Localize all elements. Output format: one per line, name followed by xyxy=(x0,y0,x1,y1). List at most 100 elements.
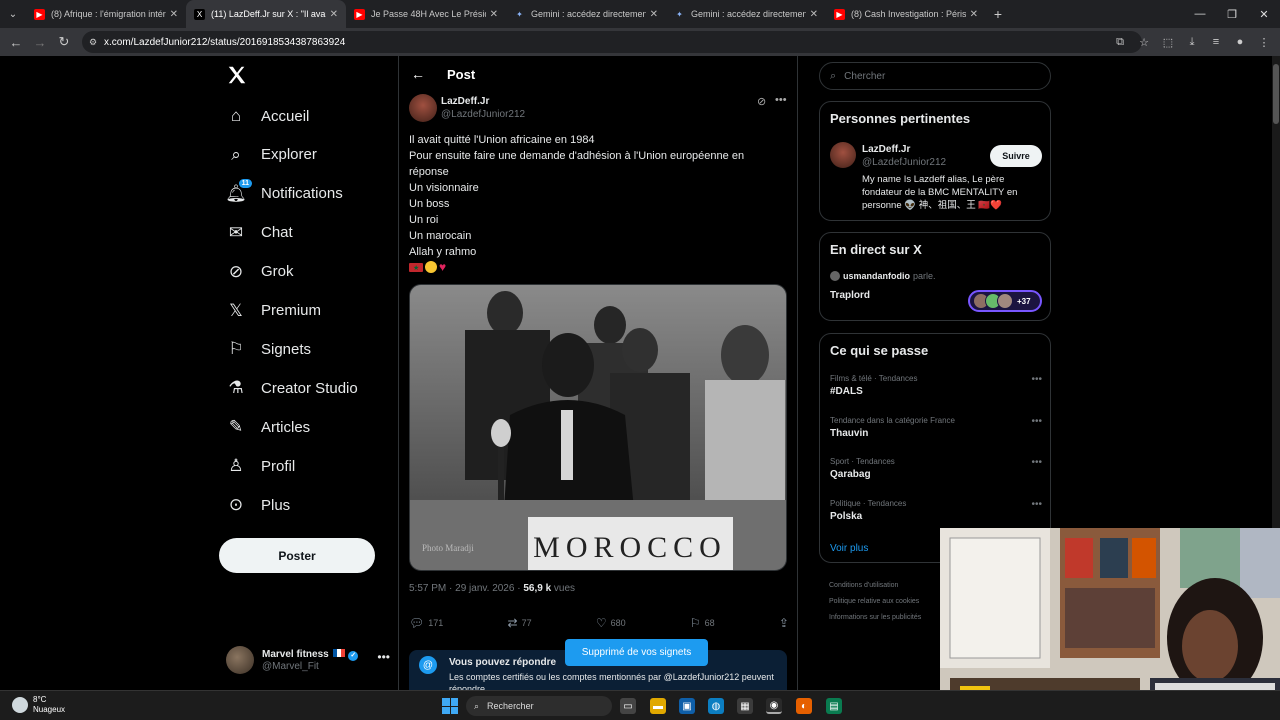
more-icon[interactable]: ••• xyxy=(1031,374,1042,385)
back-icon[interactable]: ← xyxy=(4,35,28,50)
post-column: ← Post LazDeff.Jr @LazdefJunior212 ⊘ •••… xyxy=(398,56,798,690)
see-more-link[interactable]: Voir plus xyxy=(830,543,868,554)
more-icon[interactable]: ••• xyxy=(1031,499,1042,510)
bookmark-button[interactable]: ⚐ 68 xyxy=(690,616,715,630)
tab-search-icon[interactable]: ⌄ xyxy=(0,0,26,28)
browser-tab[interactable]: ▶ Je Passe 48H Avec Le Président ✕ xyxy=(346,0,506,28)
footer-link[interactable]: Informations sur les publicités xyxy=(829,610,949,626)
live-host[interactable]: usmandanfodio parle. xyxy=(830,271,936,281)
account-name: Marvel fitness xyxy=(262,648,329,660)
account-switcher[interactable]: Marvel fitness ✓ @Marvel_Fit ••• xyxy=(226,644,396,676)
live-listeners[interactable]: +37 xyxy=(968,290,1042,312)
windows-start-icon[interactable] xyxy=(442,698,458,714)
close-tab-icon[interactable]: ✕ xyxy=(170,9,178,20)
chrome-icon[interactable]: ◉ xyxy=(766,698,782,714)
nav-item-explorer[interactable]: ⌕ Explorer xyxy=(226,140,317,170)
browser-tab[interactable]: X (11) LazDeff.Jr sur X : "Il avait qu ✕ xyxy=(186,0,346,28)
more-icon[interactable]: ••• xyxy=(1031,416,1042,427)
back-arrow-icon[interactable]: ← xyxy=(411,66,425,82)
nav-item-plus[interactable]: ⊙ Plus xyxy=(226,490,290,520)
install-icon[interactable]: ⧉ xyxy=(1108,36,1132,49)
browser-tab[interactable]: ✦ Gemini : accédez directement a ✕ xyxy=(666,0,826,28)
live-space-title[interactable]: Traplord xyxy=(830,290,870,301)
nav-item-accueil[interactable]: ⌂ Accueil xyxy=(226,101,310,131)
edge-icon[interactable]: ◍ xyxy=(708,698,724,714)
more-options-icon[interactable]: ••• xyxy=(775,94,787,106)
minimize-icon[interactable]: — xyxy=(1184,0,1216,28)
author-handle[interactable]: @LazdefJunior212 xyxy=(441,109,525,120)
profile-icon[interactable]: ● xyxy=(1228,36,1252,48)
close-tab-icon[interactable]: ✕ xyxy=(330,9,338,20)
close-window-icon[interactable]: ✕ xyxy=(1248,0,1280,28)
app-icon[interactable]: ▣ xyxy=(679,698,695,714)
reload-icon[interactable]: ↻ xyxy=(52,34,76,50)
mail-icon: ✉ xyxy=(228,222,244,242)
more-icon[interactable]: ••• xyxy=(1031,457,1042,468)
post-photo[interactable]: MOROCCO Photo Maradji xyxy=(409,284,787,571)
firefox-icon[interactable]: ◐ xyxy=(796,698,812,714)
nav-item-profil[interactable]: ♙ Profil xyxy=(226,451,295,481)
scrollbar-thumb[interactable] xyxy=(1273,64,1279,124)
share-button[interactable]: ⇪ xyxy=(779,616,789,630)
close-tab-icon[interactable]: ✕ xyxy=(490,9,498,20)
nav-item-creator-studio[interactable]: ⚗ Creator Studio xyxy=(226,373,357,403)
browser-tab[interactable]: ▶ (8) Afrique : l'émigration intérie ✕ xyxy=(26,0,186,28)
close-tab-icon[interactable]: ✕ xyxy=(970,9,978,20)
more-icon[interactable]: ••• xyxy=(377,650,390,664)
like-button[interactable]: ♡ 680 xyxy=(596,616,626,630)
download-icon[interactable]: ⤓ xyxy=(1180,36,1204,49)
author-name[interactable]: LazDeff.Jr xyxy=(441,96,489,107)
task-view-icon[interactable]: ▭ xyxy=(620,698,636,714)
bookmark-star-icon[interactable]: ☆ xyxy=(1132,36,1156,49)
tweet-line: Un visionnaire xyxy=(409,182,479,194)
search-input[interactable]: ⌕ Chercher xyxy=(819,62,1051,90)
trend-item[interactable]: Politique · Tendances Polska ••• xyxy=(830,499,1042,522)
menu-icon[interactable]: ⋮ xyxy=(1252,36,1276,49)
browser-tab[interactable]: ▶ (8) Cash Investigation : Périscol ✕ xyxy=(826,0,986,28)
article-icon: ✎ xyxy=(228,417,244,437)
store-icon[interactable]: ▦ xyxy=(737,698,753,714)
photo-sign-text: MOROCCO xyxy=(533,531,727,564)
cloud-icon xyxy=(12,697,28,713)
media-icon[interactable]: ≡ xyxy=(1204,36,1228,48)
post-button[interactable]: Poster xyxy=(219,538,375,573)
post-time[interactable]: 5:57 PM · 29 janv. 2026 · xyxy=(409,583,523,594)
nav-item-signets[interactable]: ⚐ Signets xyxy=(226,334,311,364)
relevant-people-title: Personnes pertinentes xyxy=(830,111,971,126)
relevant-name[interactable]: LazDeff.Jr xyxy=(862,144,910,155)
trend-item[interactable]: Films & télé · Tendances #DALS ••• xyxy=(830,374,1042,397)
repost-button[interactable]: ⇄ 77 xyxy=(508,616,532,630)
x-icon: X xyxy=(194,8,205,20)
weather-widget[interactable]: 8°C Nuageux xyxy=(12,695,65,715)
nav-item-premium[interactable]: 𝕏 Premium xyxy=(226,296,321,326)
close-tab-icon[interactable]: ✕ xyxy=(810,9,818,20)
footer-link[interactable]: Conditions d'utilisation xyxy=(829,578,949,594)
nav-item-notifications[interactable]: 🔔︎ 11 Notifications xyxy=(225,178,343,209)
restore-icon[interactable]: ❐ xyxy=(1216,0,1248,28)
author-avatar[interactable] xyxy=(409,94,437,122)
x-logo-icon[interactable] xyxy=(226,64,248,93)
morocco-flag-icon xyxy=(409,261,423,277)
trend-item[interactable]: Tendance dans la catégorie France Thauvin… xyxy=(830,416,1042,439)
relevant-handle[interactable]: @LazdefJunior212 xyxy=(862,157,946,168)
taskbar-search[interactable]: ⌕ Rechercher xyxy=(466,696,612,716)
forward-icon[interactable]: → xyxy=(28,35,52,50)
address-bar[interactable]: ⚙ x.com/LazdefJunior212/status/201691853… xyxy=(82,31,1142,53)
follow-button[interactable]: Suivre xyxy=(990,145,1042,167)
nav-item-chat[interactable]: ✉ Chat xyxy=(226,218,293,248)
avatar[interactable] xyxy=(830,142,856,168)
nav-item-articles[interactable]: ✎ Articles xyxy=(226,412,310,442)
file-explorer-icon[interactable]: ▬ xyxy=(650,698,666,714)
tweet-emojis: ♥ xyxy=(409,261,789,277)
grok-icon[interactable]: ⊘ xyxy=(757,95,766,108)
extensions-icon[interactable]: ⬚ xyxy=(1156,36,1180,49)
footer-link[interactable]: Politique relative aux cookies xyxy=(829,594,949,610)
new-tab-button[interactable]: + xyxy=(986,6,1010,22)
app-icon[interactable]: ▤ xyxy=(826,698,842,714)
close-tab-icon[interactable]: ✕ xyxy=(650,9,658,20)
nav-item-grok[interactable]: ⊘ Grok xyxy=(226,257,294,287)
site-info-icon[interactable]: ⚙ xyxy=(89,37,99,47)
trend-item[interactable]: Sport · Tendances Qarabag ••• xyxy=(830,457,1042,480)
reply-button[interactable]: 💬︎ 171 xyxy=(409,616,443,630)
browser-tab[interactable]: ✦ Gemini : accédez directement a ✕ xyxy=(506,0,666,28)
